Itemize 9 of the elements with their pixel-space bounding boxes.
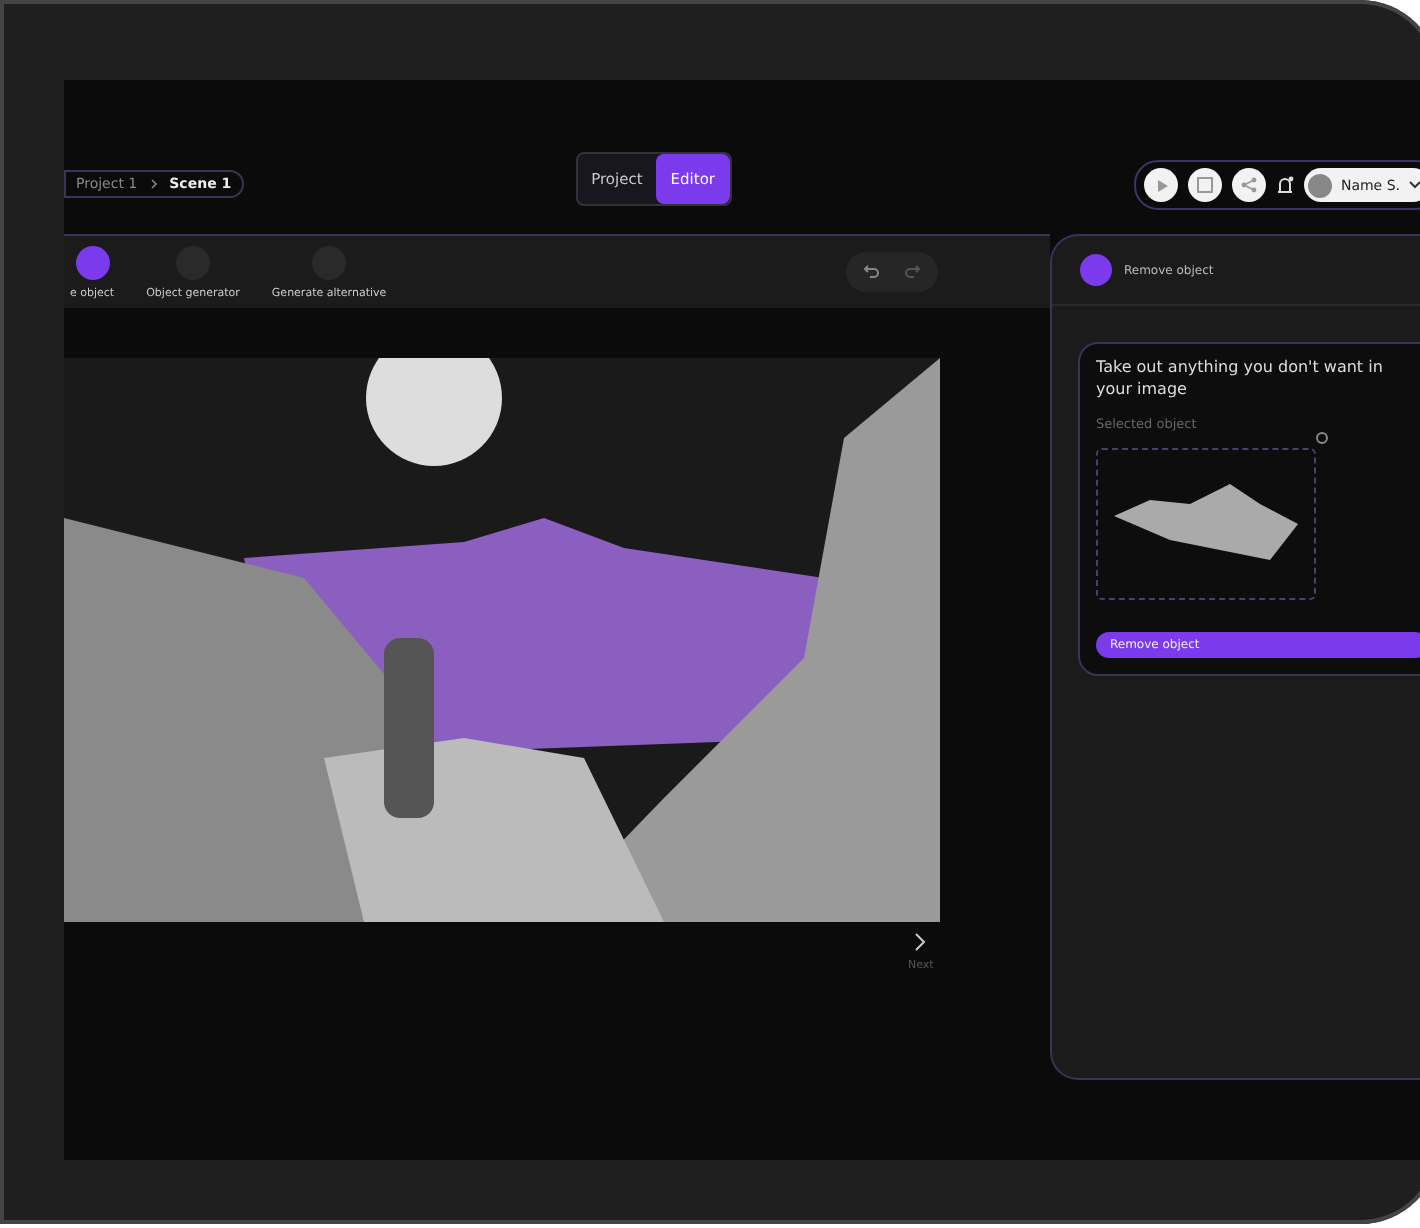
avatar-icon [1308,173,1333,197]
bell-icon[interactable] [1276,175,1295,195]
chevron-right-icon [912,932,929,952]
share-icon[interactable] [1232,168,1267,202]
chevron-icon [149,178,158,190]
undo-icon[interactable] [864,264,880,280]
play-icon[interactable] [1144,168,1179,202]
chevron-down-icon [1408,180,1420,190]
prompt-text: Take out anything you don't want in your image [1096,356,1385,400]
